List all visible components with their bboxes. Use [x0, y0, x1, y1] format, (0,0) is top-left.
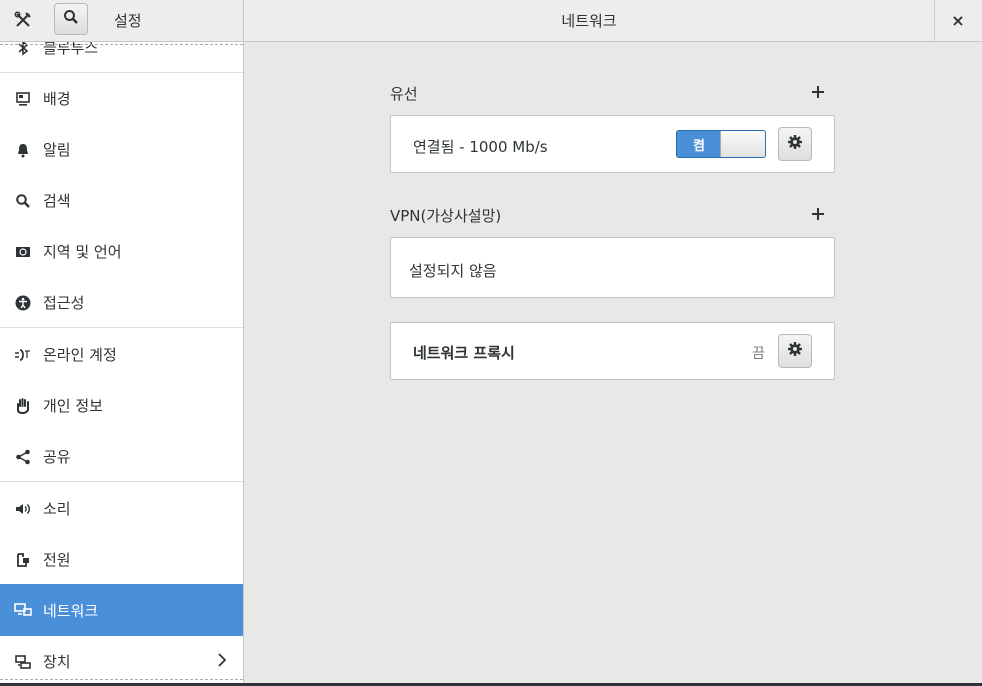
- region-icon: [14, 243, 32, 261]
- wired-connection-row: 연결됨 - 1000 Mb/s 켬: [390, 115, 835, 173]
- sidebar-item-label: 온라인 계정: [43, 346, 117, 364]
- sidebar-item-sound[interactable]: 소리: [0, 483, 243, 534]
- share-icon: [14, 448, 32, 466]
- wired-section-title: 유선: [390, 85, 418, 103]
- sidebar-item-label: 배경: [43, 90, 71, 108]
- close-button[interactable]: ×: [944, 8, 972, 32]
- sidebar: 블루투스 배경 알림 검색 지역 및 언어 접근성 온라인 계정 개인 정보 공…: [0, 42, 244, 686]
- plus-icon: [811, 202, 825, 226]
- sidebar-item-privacy[interactable]: 개인 정보: [0, 380, 243, 431]
- search-icon: [63, 9, 79, 29]
- sidebar-item-power[interactable]: 전원: [0, 534, 243, 585]
- add-wired-button[interactable]: [809, 83, 827, 101]
- wired-toggle-switch[interactable]: 켬: [676, 130, 766, 158]
- header-separator: [934, 0, 935, 41]
- network-panel: 유선 연결됨 - 1000 Mb/s 켬 VPN(가상사설망) 설정되지 않음 …: [244, 42, 982, 686]
- accessibility-icon: [14, 294, 32, 312]
- vpn-empty-text: 설정되지 않음: [409, 262, 497, 280]
- sidebar-item-bluetooth[interactable]: 블루투스: [0, 42, 243, 73]
- sidebar-item-background[interactable]: 배경: [0, 73, 243, 124]
- sidebar-item-label: 접근성: [43, 294, 85, 312]
- header-bar: 설정 네트워크 ×: [0, 0, 982, 42]
- close-icon: ×: [951, 10, 965, 30]
- power-icon: [14, 551, 32, 569]
- sidebar-item-label: 알림: [43, 141, 71, 159]
- proxy-label: 네트워크 프록시: [413, 344, 515, 362]
- search-button[interactable]: [54, 3, 88, 35]
- add-vpn-button[interactable]: [809, 205, 827, 223]
- sidebar-scroll-edge: [0, 679, 243, 680]
- sidebar-item-sharing[interactable]: 공유: [0, 431, 243, 482]
- gear-icon: [787, 341, 803, 361]
- sidebar-scroll-edge: [0, 44, 243, 45]
- switch-on-label: 켬: [693, 138, 705, 154]
- sidebar-item-label: 전원: [43, 551, 71, 569]
- sidebar-item-label: 장치: [43, 653, 71, 671]
- sidebar-item-search[interactable]: 검색: [0, 175, 243, 226]
- wired-status: 연결됨 - 1000 Mb/s: [413, 138, 548, 156]
- sidebar-title: 설정: [114, 12, 142, 30]
- page-title: 네트워크: [561, 12, 617, 30]
- sidebar-item-label: 개인 정보: [43, 397, 103, 415]
- privacy-hand-icon: [14, 397, 32, 415]
- proxy-status: 끔: [752, 346, 765, 362]
- tools-icon[interactable]: [6, 5, 40, 35]
- online-accounts-icon: [14, 346, 32, 364]
- chevron-right-icon: [217, 652, 227, 672]
- proxy-settings-button[interactable]: [778, 334, 812, 368]
- sidebar-item-region[interactable]: 지역 및 언어: [0, 226, 243, 277]
- gear-icon: [787, 134, 803, 154]
- vpn-list: 설정되지 않음: [390, 237, 835, 298]
- bell-icon: [14, 141, 32, 159]
- sidebar-item-network[interactable]: 네트워크: [0, 584, 243, 636]
- devices-icon: [14, 653, 32, 671]
- sidebar-item-label: 지역 및 언어: [43, 243, 122, 261]
- sidebar-item-accessibility[interactable]: 접근성: [0, 277, 243, 328]
- header-sidebar-section: 설정: [0, 0, 244, 41]
- wired-settings-button[interactable]: [778, 127, 812, 161]
- sidebar-separator: [0, 481, 243, 482]
- network-proxy-row[interactable]: 네트워크 프록시 끔: [390, 322, 835, 380]
- settings-window: 설정 네트워크 × 블루투스 배경 알림 검색 지역 및 언어 접근성 온라인 …: [0, 0, 982, 686]
- sidebar-item-online-accounts[interactable]: 온라인 계정: [0, 329, 243, 380]
- switch-knob: [720, 131, 765, 157]
- speaker-icon: [14, 500, 32, 518]
- sidebar-item-label: 공유: [43, 448, 71, 466]
- sidebar-item-label: 검색: [43, 192, 71, 210]
- plus-icon: [811, 80, 825, 104]
- vpn-section-title: VPN(가상사설망): [390, 207, 502, 225]
- network-icon: [14, 601, 32, 619]
- search-icon: [14, 192, 32, 210]
- sidebar-item-label: 네트워크: [43, 601, 99, 620]
- sidebar-item-label: 소리: [43, 500, 71, 518]
- sidebar-separator: [0, 327, 243, 328]
- background-icon: [14, 90, 32, 108]
- sidebar-item-notifications[interactable]: 알림: [0, 124, 243, 175]
